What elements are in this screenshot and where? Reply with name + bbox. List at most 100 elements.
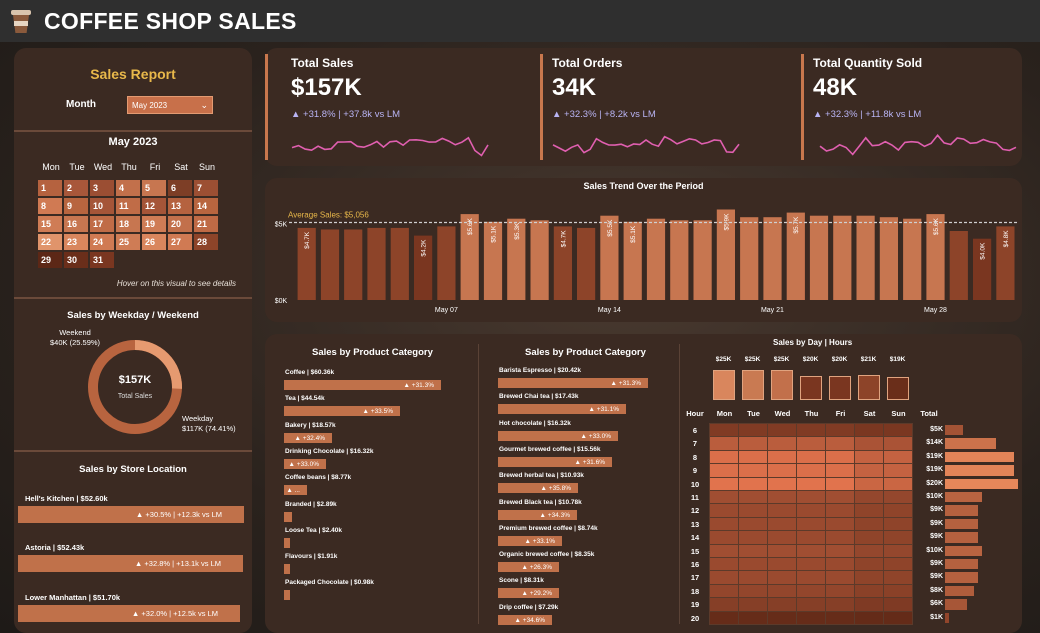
category-bar[interactable]: ▲ ... — [284, 485, 307, 496]
heatmap-cell[interactable] — [796, 503, 826, 518]
category-bar[interactable]: ▲ +31.3% — [498, 378, 648, 388]
trend-bar[interactable] — [437, 226, 456, 300]
heatmap-cell[interactable] — [738, 597, 768, 612]
heatmap-cell[interactable] — [738, 556, 768, 572]
heatmap-cell[interactable] — [738, 583, 768, 599]
heatmap-cell[interactable] — [825, 543, 855, 559]
heatmap-cell[interactable] — [825, 449, 855, 465]
kpi-total-quantity[interactable]: Total Quantity Sold 48K ▲ +32.3% | +11.8… — [802, 48, 1022, 166]
hour-total-bar[interactable] — [945, 478, 1018, 489]
heatmap-cell[interactable] — [796, 610, 826, 626]
trend-bar[interactable] — [879, 217, 898, 300]
category-bar[interactable]: ▲ +33.0% — [284, 458, 326, 469]
hour-total-bar[interactable] — [945, 425, 963, 436]
heatmap-cell[interactable] — [709, 449, 739, 465]
heatmap-cell[interactable] — [854, 583, 884, 599]
heatmap-cell[interactable] — [709, 422, 739, 438]
hour-total-bar[interactable] — [945, 505, 978, 516]
heatmap-cell[interactable] — [767, 422, 797, 438]
heatmap-cell[interactable] — [796, 516, 826, 532]
heatmap-cell[interactable] — [738, 530, 768, 545]
heatmap-cell[interactable] — [825, 597, 855, 612]
heatmap-cell[interactable] — [709, 570, 739, 585]
calendar-day[interactable]: 13 — [168, 198, 192, 214]
heatmap-cell[interactable] — [709, 436, 739, 451]
heatmap-cell[interactable] — [796, 543, 826, 559]
heatmap-cell[interactable] — [883, 530, 913, 545]
heatmap-cell[interactable] — [854, 556, 884, 572]
heatmap-cell[interactable] — [709, 610, 739, 626]
heatmap-cell[interactable] — [767, 516, 797, 532]
heatmap-cell[interactable] — [738, 449, 768, 465]
heatmap-cell[interactable] — [767, 503, 797, 518]
category-bar[interactable]: ▲ +34.3% — [498, 509, 577, 520]
category-bar[interactable] — [284, 564, 290, 575]
heatmap-cell[interactable] — [767, 556, 797, 572]
heatmap-cell[interactable] — [738, 543, 768, 559]
calendar-day[interactable]: 20 — [168, 216, 192, 232]
day-total-bar[interactable] — [887, 377, 909, 400]
heatmap-cell[interactable] — [738, 476, 768, 492]
category-bar[interactable] — [284, 511, 292, 522]
calendar-day[interactable]: 4 — [116, 180, 140, 196]
heatmap-cell[interactable] — [825, 422, 855, 438]
heatmap-cell[interactable] — [767, 489, 797, 505]
heatmap-cell[interactable] — [709, 597, 739, 612]
category-bar[interactable]: ▲ +31.6% — [498, 456, 612, 467]
trend-bar[interactable] — [833, 215, 852, 300]
heatmap-cell[interactable] — [767, 543, 797, 559]
heatmap-cell[interactable] — [796, 583, 826, 599]
calendar-day[interactable]: 7 — [194, 180, 218, 196]
heatmap-cell[interactable] — [883, 503, 913, 518]
calendar-day[interactable]: 3 — [90, 180, 114, 196]
category-bar[interactable]: ▲ +32.4% — [284, 432, 332, 443]
trend-bar[interactable] — [693, 220, 712, 300]
trend-bar[interactable] — [903, 218, 922, 300]
heatmap-cell[interactable] — [825, 489, 855, 505]
kpi-total-sales[interactable]: Total Sales $157K ▲ +31.8% | +37.8k vs L… — [280, 48, 525, 166]
trend-bar[interactable] — [320, 229, 340, 301]
heatmap-cell[interactable] — [738, 570, 768, 585]
heatmap-cell[interactable] — [883, 556, 913, 572]
heatmap-cell[interactable] — [767, 476, 797, 492]
trend-bar[interactable] — [530, 220, 549, 300]
heatmap-cell[interactable] — [796, 476, 826, 492]
heatmap-cell[interactable] — [883, 516, 913, 532]
heatmap-cell[interactable] — [738, 516, 768, 532]
calendar-day[interactable]: 31 — [90, 252, 114, 268]
calendar-day[interactable]: 12 — [142, 198, 166, 214]
store-bar[interactable]: ▲ +32.0% | +12.5k vs LM — [18, 605, 240, 622]
trend-bar[interactable] — [809, 215, 829, 300]
heatmap-cell[interactable] — [709, 516, 739, 532]
heatmap-cell[interactable] — [883, 476, 913, 492]
hour-total-bar[interactable] — [945, 518, 978, 530]
heatmap-cell[interactable] — [825, 503, 855, 518]
trend-bar[interactable] — [390, 227, 409, 300]
heatmap-cell[interactable] — [767, 449, 797, 465]
calendar-day[interactable]: 2 — [64, 180, 88, 196]
calendar-day[interactable]: 24 — [90, 234, 114, 250]
heatmap-cell[interactable] — [854, 436, 884, 451]
trend-bar[interactable] — [577, 227, 596, 300]
heatmap-cell[interactable] — [825, 556, 855, 572]
calendar-day[interactable]: 25 — [116, 234, 140, 250]
heatmap-cell[interactable] — [796, 530, 826, 545]
heatmap-cell[interactable] — [883, 463, 913, 478]
heatmap-cell[interactable] — [767, 463, 797, 478]
category-bar[interactable] — [284, 537, 290, 548]
heatmap-cell[interactable] — [883, 570, 913, 585]
heatmap-cell[interactable] — [796, 449, 826, 465]
heatmap-cell[interactable] — [767, 530, 797, 545]
heatmap-cell[interactable] — [854, 543, 884, 559]
heatmap-cell[interactable] — [767, 570, 797, 585]
heatmap-cell[interactable] — [854, 422, 884, 438]
category-bar[interactable]: ▲ +33.5% — [284, 406, 400, 417]
category-bar[interactable]: ▲ +33.1% — [498, 535, 562, 546]
heatmap-cell[interactable] — [709, 489, 739, 505]
hour-total-bar[interactable] — [945, 585, 974, 597]
store-bar[interactable]: ▲ +32.8% | +13.1k vs LM — [18, 555, 243, 572]
heatmap-cell[interactable] — [825, 570, 855, 585]
heatmap-cell[interactable] — [709, 583, 739, 599]
hour-total-bar[interactable] — [945, 465, 1014, 476]
heatmap-cell[interactable] — [854, 489, 884, 505]
